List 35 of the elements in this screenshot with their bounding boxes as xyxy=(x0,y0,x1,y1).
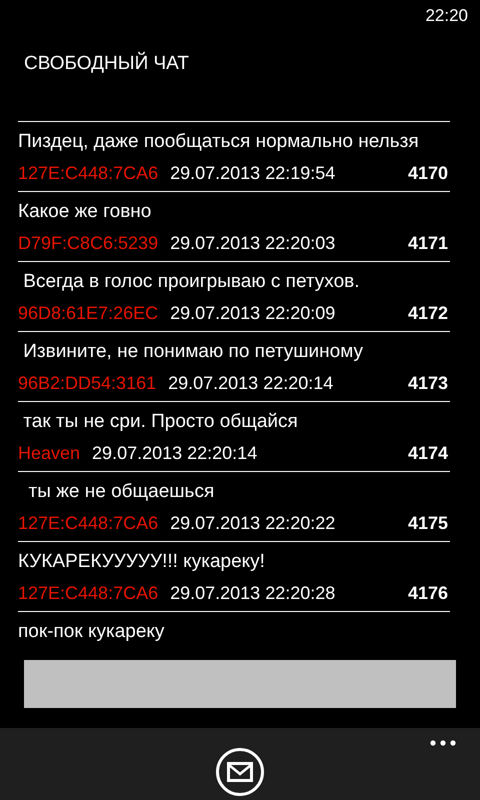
message-text: Пиздец, даже пообщаться нормально нельзя xyxy=(18,130,419,154)
message-number: 4171 xyxy=(408,232,449,254)
author-name: 127E:C448:7CA6 xyxy=(18,162,158,184)
ellipsis-icon xyxy=(430,740,456,746)
message-datetime: 29.07.2013 22:20:03 xyxy=(170,232,336,254)
message-datetime: 29.07.2013 22:20:09 xyxy=(170,302,336,324)
author-name: Heaven xyxy=(18,442,80,464)
message-text: Извините, не понимаю по петушиному xyxy=(22,340,363,364)
author-name: 96D8:61E7:26EC xyxy=(18,302,158,324)
message-datetime: 29.07.2013 22:20:28 xyxy=(170,582,336,604)
send-message-button[interactable] xyxy=(216,748,264,796)
message-datetime: 29.07.2013 22:20:14 xyxy=(92,442,258,464)
message-text: так ты не сри. Просто общайся xyxy=(22,410,298,434)
author-name: 96B2:DD54:3161 xyxy=(18,372,156,394)
message-text: Всегда в голос проигрываю с петухов. xyxy=(22,270,360,294)
message-number: 4172 xyxy=(408,302,449,324)
message-text: ты же не общаешься xyxy=(28,480,214,504)
message-datetime: 29.07.2013 22:20:22 xyxy=(170,512,336,534)
message-number: 4174 xyxy=(408,442,449,464)
status-time: 22:20 xyxy=(425,5,468,28)
author-name: 127E:C448:7CA6 xyxy=(18,582,158,604)
page-title: СВОБОДНЫЙ ЧАТ xyxy=(24,50,189,76)
message-number: 4175 xyxy=(408,512,449,534)
message-input-field[interactable] xyxy=(24,660,456,708)
message-text: КУКАРЕКУУУУУ!!! кукареку! xyxy=(18,550,265,574)
message-number: 4173 xyxy=(408,372,449,394)
message-text: Какое же говно xyxy=(18,200,152,224)
message-datetime: 29.07.2013 22:19:54 xyxy=(170,162,336,184)
message-number: 4176 xyxy=(408,582,449,604)
envelope-icon xyxy=(227,762,253,782)
message-datetime: 29.07.2013 22:20:14 xyxy=(168,372,334,394)
author-name: D79F:C8C6:5239 xyxy=(18,232,158,254)
message-text: пок-пок кукареку xyxy=(18,620,164,644)
author-name: 127E:C448:7CA6 xyxy=(18,512,158,534)
message-number: 4170 xyxy=(408,162,449,184)
